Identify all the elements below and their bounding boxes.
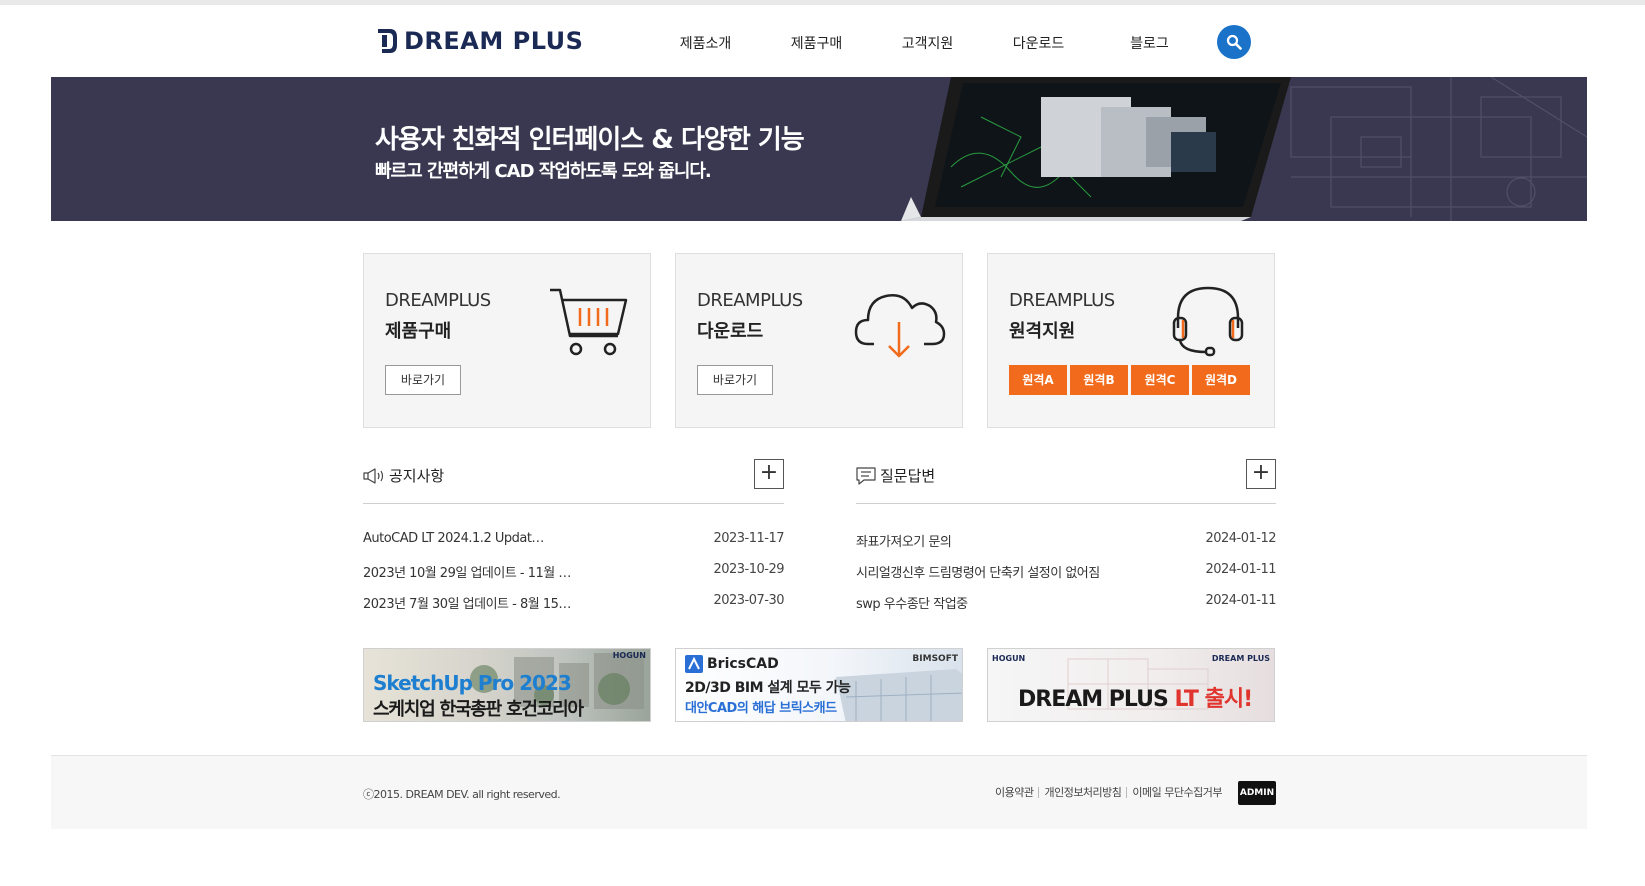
- list-item: 2023년 7월 30일 업데이트 - 8월 15… 2023-07-30: [363, 586, 784, 617]
- promo-sketchup-title: SketchUp Pro 2023: [373, 671, 572, 695]
- cloud-download-icon: [854, 294, 946, 358]
- notice-board-title: 공지사항: [363, 465, 444, 486]
- notice-item-title[interactable]: 2023년 10월 29일 업데이트 - 11월 …: [363, 562, 693, 581]
- go-button-download[interactable]: 바로가기: [697, 365, 773, 395]
- list-item: AutoCAD LT 2024.1.2 Updat… 2023-11-17: [363, 524, 784, 555]
- go-button-purchase[interactable]: 바로가기: [385, 365, 461, 395]
- qna-item-title[interactable]: 시리얼갱신후 드림명령어 단축키 설정이 없어짐: [856, 562, 1186, 581]
- bimsoft-badge: BIMSOFT: [912, 654, 958, 664]
- promo-bricscad-line1: 2D/3D BIM 설계 모두 가능: [685, 680, 851, 696]
- headset-icon: [1172, 286, 1244, 357]
- card-purchase: DREAMPLUS 제품구매 바로가기: [363, 253, 651, 428]
- footer-link-privacy[interactable]: 개인정보처리방침: [1039, 784, 1126, 800]
- notice-board: 공지사항 + AutoCAD LT 2024.1.2 Updat… 2023-1…: [363, 458, 784, 617]
- hogun-badge: HOGUN: [992, 654, 1026, 663]
- nav-item-support[interactable]: 고객지원: [872, 33, 983, 53]
- megaphone-icon: [363, 467, 384, 484]
- card-remote-support: DREAMPLUS 원격지원 원격A 원격B 원격C 원격D: [987, 253, 1275, 428]
- remote-b-button[interactable]: 원격B: [1070, 365, 1128, 395]
- promo-sketchup-subtitle: 스케치업 한국총판 호건코리아: [373, 699, 584, 720]
- card-title: 제품구매: [385, 321, 452, 342]
- admin-button[interactable]: ADMIN: [1238, 781, 1276, 805]
- promo-dreamplus-lt-title-a: DREAM PLUS: [1018, 687, 1175, 712]
- footer-links: 이용약관 개인정보처리방침 이메일 무단수집거부: [990, 784, 1227, 800]
- list-item: 2023년 10월 29일 업데이트 - 11월 … 2023-10-29: [363, 555, 784, 586]
- hero-banner: 사용자 친화적 인터페이스 & 다양한 기능 빠르고 간편하게 CAD 작업하도…: [51, 77, 1587, 221]
- qna-item-date: 2024-01-12: [1205, 531, 1276, 546]
- cart-icon: [550, 288, 628, 356]
- notice-list: AutoCAD LT 2024.1.2 Updat… 2023-11-17 20…: [363, 504, 784, 617]
- promo-dreamplus-lt[interactable]: HOGUN DREAM PLUS DREAM PLUS LT 출시!: [987, 648, 1275, 722]
- promo-dreamplus-lt-title: DREAM PLUS LT 출시!: [1018, 681, 1254, 713]
- card-download: DREAMPLUS 다운로드 바로가기: [675, 253, 963, 428]
- qna-title-text: 질문답변: [880, 467, 936, 485]
- qna-list: 좌표가져오기 문의 2024-01-12 시리얼갱신후 드림명령어 단축키 설정…: [856, 504, 1276, 617]
- logo-mark-icon: [378, 29, 397, 53]
- card-brand: DREAMPLUS: [697, 290, 803, 311]
- search-button[interactable]: [1217, 25, 1251, 59]
- remote-button-group: 원격A 원격B 원격C 원격D: [1009, 365, 1250, 395]
- footer-link-email-policy[interactable]: 이메일 무단수집거부: [1127, 784, 1227, 800]
- laptop-cad-illustration: [901, 77, 1587, 221]
- bricscad-brand: BricsCAD: [707, 656, 779, 672]
- banner-subtitle: 빠르고 간편하게 CAD 작업하도록 도와 줍니다.: [375, 161, 712, 182]
- notice-item-date: 2023-10-29: [713, 562, 784, 577]
- notice-board-header: 공지사항 +: [363, 458, 784, 504]
- copyright-text: ⓒ2015. DREAM DEV. all right reserved.: [363, 788, 561, 801]
- bricscad-logo-icon: [685, 655, 703, 673]
- list-item: 시리얼갱신후 드림명령어 단축키 설정이 없어짐 2024-01-11: [856, 555, 1276, 586]
- search-icon: [1226, 34, 1242, 50]
- promo-dreamplus-lt-title-b: LT 출시!: [1174, 687, 1254, 712]
- qna-board: 질문답변 + 좌표가져오기 문의 2024-01-12 시리얼갱신후 드림명령어…: [856, 458, 1276, 617]
- notice-item-date: 2023-11-17: [713, 531, 784, 546]
- bricscad-logo: BricsCAD: [685, 655, 779, 673]
- nav-item-product-intro[interactable]: 제품소개: [650, 33, 761, 53]
- qna-item-title[interactable]: 좌표가져오기 문의: [856, 531, 1186, 550]
- dreamplus-badge: DREAM PLUS: [1211, 654, 1270, 663]
- qna-item-title[interactable]: swp 우수종단 작업중: [856, 593, 1186, 612]
- nav-item-purchase[interactable]: 제품구매: [761, 33, 872, 53]
- remote-d-button[interactable]: 원격D: [1192, 365, 1250, 395]
- notice-title-text: 공지사항: [389, 467, 445, 485]
- qna-item-date: 2024-01-11: [1205, 562, 1276, 577]
- remote-c-button[interactable]: 원격C: [1131, 365, 1189, 395]
- site-footer: ⓒ2015. DREAM DEV. all right reserved. 이용…: [51, 755, 1587, 829]
- list-item: swp 우수종단 작업중 2024-01-11: [856, 586, 1276, 617]
- footer-link-terms[interactable]: 이용약관: [990, 784, 1038, 800]
- qna-board-header: 질문답변 +: [856, 458, 1276, 504]
- notice-item-date: 2023-07-30: [713, 593, 784, 608]
- site-logo[interactable]: DREAM PLUS: [376, 27, 583, 55]
- banner-title: 사용자 친화적 인터페이스 & 다양한 기능: [375, 125, 805, 155]
- qna-more-button[interactable]: +: [1246, 459, 1276, 489]
- remote-a-button[interactable]: 원격A: [1009, 365, 1067, 395]
- qna-item-date: 2024-01-11: [1205, 593, 1276, 608]
- qna-board-title: 질문답변: [856, 465, 935, 486]
- promo-bricscad-line2: 대안CAD의 해답 브릭스캐드: [685, 701, 837, 716]
- promo-sketchup[interactable]: HOGUN SketchUp Pro 2023 스케치업 한국총판 호건코리아: [363, 648, 651, 722]
- card-brand: DREAMPLUS: [385, 290, 491, 311]
- notice-more-button[interactable]: +: [754, 459, 784, 489]
- nav-item-blog[interactable]: 블로그: [1094, 33, 1205, 53]
- logo-text: DREAM PLUS: [404, 27, 584, 55]
- card-title: 원격지원: [1009, 321, 1076, 342]
- site-header: DREAM PLUS 제품소개 제품구매 고객지원 다운로드 블로그: [0, 5, 1645, 77]
- main-nav: 제품소개 제품구매 고객지원 다운로드 블로그: [650, 33, 1205, 53]
- card-title: 다운로드: [697, 321, 764, 342]
- list-item: 좌표가져오기 문의 2024-01-12: [856, 524, 1276, 555]
- hogun-badge: HOGUN: [612, 651, 646, 660]
- promo-bricscad[interactable]: BricsCAD BIMSOFT 2D/3D BIM 설계 모두 가능 대안CA…: [675, 648, 963, 722]
- nav-item-download[interactable]: 다운로드: [983, 33, 1094, 53]
- chat-icon: [856, 466, 876, 485]
- card-brand: DREAMPLUS: [1009, 290, 1115, 311]
- notice-item-title[interactable]: 2023년 7월 30일 업데이트 - 8월 15…: [363, 593, 693, 612]
- notice-item-title[interactable]: AutoCAD LT 2024.1.2 Updat…: [363, 531, 693, 546]
